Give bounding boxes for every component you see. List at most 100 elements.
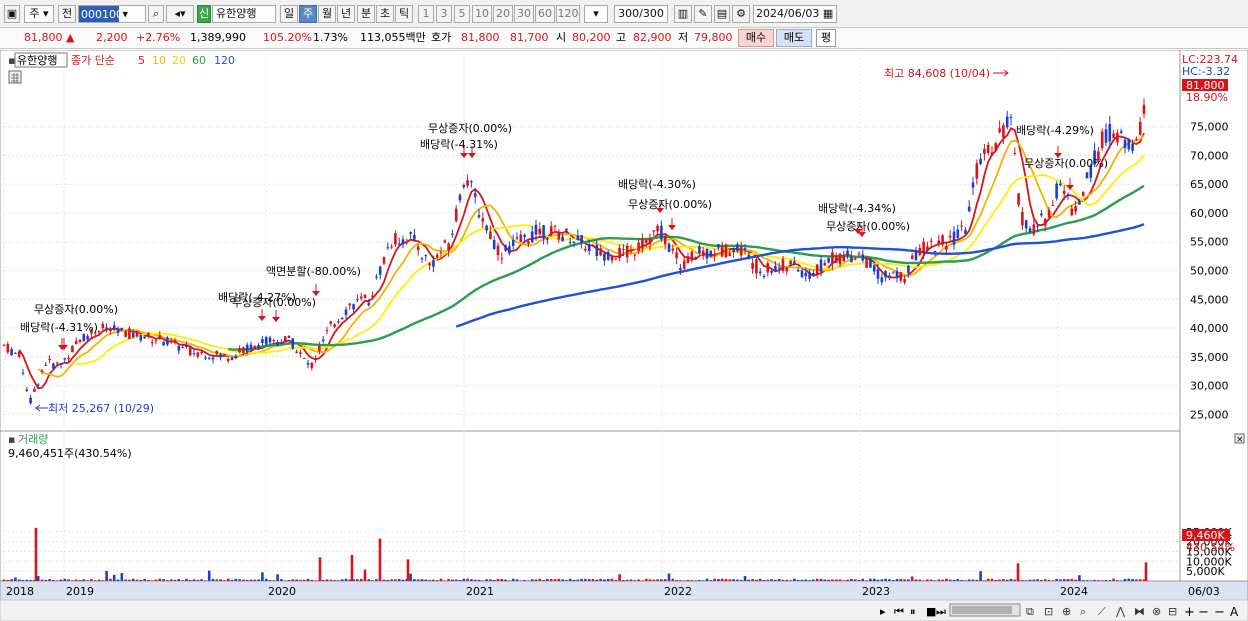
volume-bar [67, 579, 70, 581]
stock-name-field[interactable]: 유한양행 [212, 5, 276, 23]
volume-bar [120, 573, 124, 581]
zoom-fit-icon[interactable]: ⊡ [1044, 605, 1053, 618]
open-price: 80,200 [572, 31, 611, 44]
interval-1[interactable]: 1 [418, 5, 434, 23]
search-icon[interactable]: ⌕ [148, 5, 164, 23]
scroll-first-icon[interactable]: ⏮ [894, 605, 904, 618]
scroll-thumb[interactable] [952, 606, 1012, 614]
candle-body [591, 244, 595, 246]
candle-body [720, 245, 724, 257]
interval-5[interactable]: 5 [454, 5, 470, 23]
stock-code-field[interactable] [79, 6, 119, 22]
interval-10[interactable]: 10 [472, 5, 492, 23]
sell-button[interactable]: 매도 [776, 29, 812, 47]
date-field[interactable]: 2024/06/03 ▦ [753, 5, 837, 23]
trendline-icon[interactable]: ⟋ [1098, 605, 1106, 618]
volume-panel[interactable] [0, 430, 1181, 582]
price-axis-label: 25,000 [1190, 408, 1229, 421]
volume-bar [1135, 579, 1138, 581]
tab-tick[interactable]: 틱 [395, 5, 413, 23]
buy-button[interactable]: 매수 [738, 29, 774, 47]
pause-icon[interactable]: ⏸ [910, 605, 916, 618]
calendar-icon[interactable]: ▦ [823, 7, 833, 20]
stock-chart[interactable]: 무상증자(0.00%)배당락(-4.31%)배당락(-4.27%)무상증자(0.… [0, 49, 1248, 621]
chart-area[interactable]: 무상증자(0.00%) 배당락(-4.31%) 배당락(-4.27%) 무상증자(0.… [0, 49, 1248, 621]
turnover-ratio: 1.73% [313, 31, 348, 44]
volume-bar [743, 576, 747, 581]
volume-bar [937, 579, 941, 581]
average-button[interactable]: 평 [816, 29, 836, 47]
candle-body [853, 258, 857, 260]
lock-icon[interactable]: ⊟ [1168, 605, 1177, 618]
candle-body [527, 241, 530, 244]
crosshair-icon[interactable]: ⊕ [1062, 605, 1071, 618]
interval-120[interactable]: 120 [556, 5, 580, 23]
candle-body [523, 234, 526, 237]
volume-bar [1078, 575, 1081, 581]
scroll-last-icon[interactable]: ⏭ [936, 605, 946, 618]
candle-body [344, 309, 348, 315]
candle-body [952, 231, 956, 245]
magnify-icon[interactable]: ⌕ [1080, 605, 1086, 618]
candle-body [656, 225, 659, 232]
candle-body [112, 325, 116, 330]
volume-bar [200, 579, 203, 581]
candle-body [705, 248, 709, 259]
drawing-tool-icon[interactable]: ✎ [694, 5, 712, 23]
save-icon[interactable]: ▤ [714, 5, 730, 23]
volume-bar [587, 579, 591, 581]
chart-menu-icon[interactable]: ▣ [4, 5, 20, 23]
stop-icon[interactable]: ■ [926, 605, 936, 618]
candle-body [21, 372, 25, 374]
tab-year[interactable]: 년 [337, 5, 355, 23]
candle-body [86, 336, 89, 340]
candle-body [169, 340, 173, 343]
interval-dropdown[interactable]: ▾ [584, 5, 608, 23]
interval-60[interactable]: 60 [535, 5, 555, 23]
candle-body [67, 357, 70, 360]
scroll-right-icon[interactable]: ▸ [880, 605, 886, 618]
link-icon[interactable]: ⊗ [1152, 605, 1161, 618]
minus-icon[interactable]: − [1214, 605, 1225, 620]
candle-body [557, 232, 561, 240]
zoom-area-icon[interactable]: ⧉ [1026, 605, 1034, 618]
compare-icon[interactable]: ⧓ [1134, 605, 1145, 618]
volume-bar [1093, 579, 1096, 581]
volume-bar [1108, 580, 1112, 581]
tab-minute[interactable]: 분 [357, 5, 375, 23]
volume-bar [853, 579, 857, 581]
auto-scale-icon[interactable]: A [1230, 605, 1239, 619]
zoom-out-icon[interactable]: − [1198, 605, 1209, 620]
volume-bar [682, 580, 686, 581]
candle-body [52, 363, 55, 369]
zoom-in-icon[interactable]: + [1184, 605, 1195, 620]
event-label: 배당락(-4.31%) [420, 138, 498, 151]
pattern-icon[interactable]: ⋀ [1115, 605, 1126, 618]
stock-code-input[interactable]: ▾ [78, 5, 146, 23]
prev-button[interactable]: 전 [58, 5, 76, 23]
candle-body [922, 241, 925, 254]
tab-day[interactable]: 일 [280, 5, 298, 23]
tab-month[interactable]: 월 [318, 5, 336, 23]
candle-type-icon[interactable]: ▥ [674, 5, 692, 23]
volume-bar [1123, 578, 1127, 581]
speaker-icon[interactable]: ◂▾ [166, 5, 194, 23]
period-type-select[interactable]: 주 ▾ [24, 5, 54, 23]
volume-bar [641, 580, 644, 581]
interval-3[interactable]: 3 [436, 5, 452, 23]
interval-20[interactable]: 20 [493, 5, 513, 23]
count-field[interactable]: 300/300 [614, 5, 668, 23]
candle-body [758, 271, 762, 274]
volume-bar [1051, 580, 1055, 581]
volume-bar [500, 578, 504, 581]
candle-body [979, 158, 982, 164]
settings-gear-icon[interactable]: ⚙ [732, 5, 750, 23]
tab-week[interactable]: 주 [299, 5, 317, 23]
interval-30[interactable]: 30 [514, 5, 534, 23]
candle-body [261, 339, 264, 343]
candle-body [135, 331, 139, 337]
tab-second[interactable]: 초 [376, 5, 394, 23]
volume-bar [755, 579, 758, 581]
volume-bar [249, 579, 253, 581]
market-badge: 신 [197, 5, 211, 23]
